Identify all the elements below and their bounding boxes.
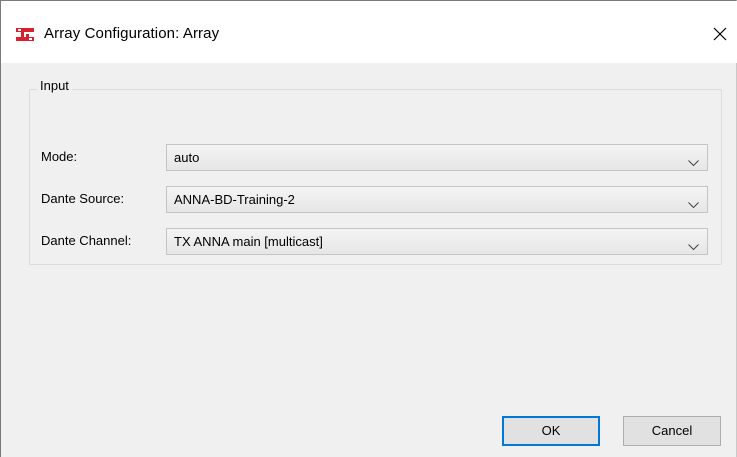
close-icon[interactable]	[706, 20, 734, 48]
chevron-down-icon	[688, 238, 699, 251]
dante-channel-select-value: TX ANNA main [multicast]	[174, 234, 323, 249]
window-title: Array Configuration: Array	[44, 25, 220, 42]
dante-source-label: Dante Source:	[41, 191, 125, 206]
chevron-down-icon	[688, 196, 699, 209]
dante-source-select[interactable]: ANNA-BD-Training-2	[166, 186, 708, 213]
mode-select[interactable]: auto	[166, 144, 708, 171]
close-button[interactable]	[706, 20, 734, 48]
chevron-down-icon	[688, 154, 699, 167]
input-group-legend: Input	[37, 78, 72, 93]
mode-select-value: auto	[174, 150, 200, 165]
title-bar: Array Configuration: Array	[1, 1, 737, 63]
mode-label: Mode:	[41, 149, 78, 164]
dante-source-select-value: ANNA-BD-Training-2	[174, 192, 295, 207]
dante-channel-label: Dante Channel:	[41, 233, 132, 248]
ok-button[interactable]: OK	[502, 416, 600, 446]
cancel-button[interactable]: Cancel	[623, 416, 721, 446]
dante-channel-select[interactable]: TX ANNA main [multicast]	[166, 228, 708, 255]
array-config-icon	[15, 27, 35, 43]
dialog-window: Array Configuration: Array Input Mode: a…	[0, 0, 737, 457]
